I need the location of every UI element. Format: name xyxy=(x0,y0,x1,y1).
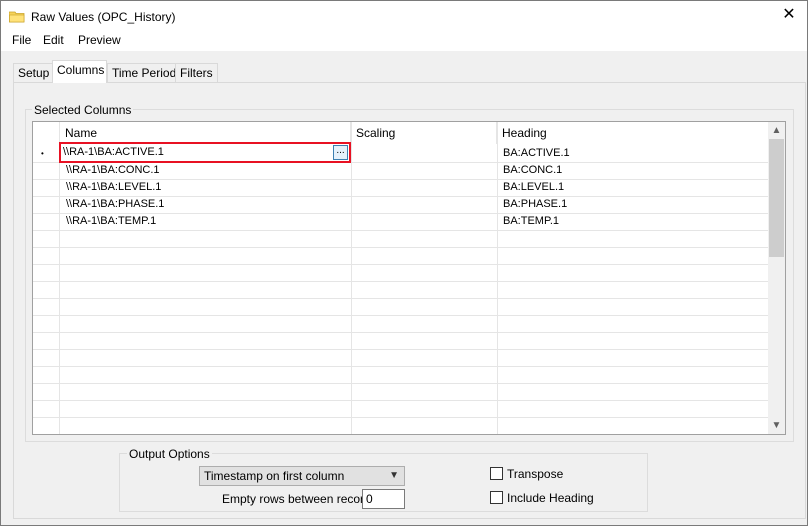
cell-heading[interactable]: BA:CONC.1 xyxy=(499,162,562,179)
menu-preview[interactable]: Preview xyxy=(78,33,121,47)
chevron-down-icon[interactable]: ▼ xyxy=(768,417,785,434)
selected-columns-label: Selected Columns xyxy=(32,103,134,117)
include-heading-label[interactable]: Include Heading xyxy=(507,491,594,505)
cell-heading[interactable]: BA:LEVEL.1 xyxy=(499,179,564,196)
timestamp-select[interactable]: Timestamp on first column ▼ xyxy=(199,466,405,486)
grid-row-line xyxy=(33,349,768,350)
window-title: Raw Values (OPC_History) xyxy=(31,10,176,24)
empty-rows-label: Empty rows between records xyxy=(222,492,377,506)
cell-scaling[interactable] xyxy=(351,179,355,196)
timestamp-select-value: Timestamp on first column xyxy=(204,469,345,483)
header-heading[interactable]: Heading xyxy=(497,122,768,144)
title-bar: Raw Values (OPC_History) ✕ xyxy=(1,1,807,31)
grid-scrollbar[interactable]: ▲ ▼ xyxy=(768,122,785,434)
grid-divider xyxy=(497,122,498,434)
name-edit-text[interactable]: \\RA-1\BA:ACTIVE.1 xyxy=(63,145,164,160)
transpose-checkbox[interactable] xyxy=(490,467,503,480)
grid-row-line xyxy=(33,315,768,316)
grid-row-line xyxy=(33,264,768,265)
grid-row-line xyxy=(33,332,768,333)
tab-time-period[interactable]: Time Period xyxy=(107,63,182,82)
grid-row-line xyxy=(33,417,768,418)
include-heading-checkbox[interactable] xyxy=(490,491,503,504)
browse-button[interactable]: ... xyxy=(333,145,348,160)
cell-scaling[interactable] xyxy=(351,196,355,213)
menu-bar: File Edit Preview xyxy=(1,31,807,51)
raw-values-window: Raw Values (OPC_History) ✕ File Edit Pre… xyxy=(0,0,808,526)
menu-edit[interactable]: Edit xyxy=(43,33,64,47)
grid-row-line xyxy=(33,400,768,401)
grid-row-line xyxy=(33,298,768,299)
scrollbar-thumb[interactable] xyxy=(769,139,784,257)
cell-name[interactable]: \\RA-1\BA:LEVEL.1 xyxy=(62,179,161,196)
grid-row-line xyxy=(33,281,768,282)
tab-setup[interactable]: Setup xyxy=(13,63,55,82)
chevron-up-icon[interactable]: ▲ xyxy=(768,122,785,139)
grid-row-line xyxy=(33,247,768,248)
cell-heading[interactable]: BA:PHASE.1 xyxy=(499,196,567,213)
header-name[interactable]: Name xyxy=(60,122,351,144)
grid-row-line xyxy=(33,230,768,231)
cell-scaling[interactable] xyxy=(351,145,355,162)
grid-header: Name Scaling Heading xyxy=(33,122,768,144)
cell-scaling[interactable] xyxy=(351,213,355,230)
cell-name[interactable]: \\RA-1\BA:CONC.1 xyxy=(62,162,160,179)
empty-rows-input[interactable]: 0 xyxy=(362,489,405,509)
menu-file[interactable]: File xyxy=(12,33,31,47)
tab-columns[interactable]: Columns xyxy=(52,60,107,83)
cell-name[interactable]: \\RA-1\BA:PHASE.1 xyxy=(62,196,164,213)
cell-scaling[interactable] xyxy=(351,162,355,179)
chevron-down-icon[interactable]: ▼ xyxy=(389,470,399,481)
close-icon[interactable]: ✕ xyxy=(781,7,797,23)
output-options-label: Output Options xyxy=(127,447,212,461)
grid-row-line xyxy=(33,366,768,367)
tab-filters[interactable]: Filters xyxy=(175,63,218,82)
transpose-label[interactable]: Transpose xyxy=(507,467,563,481)
grid-row-line xyxy=(33,383,768,384)
cell-name[interactable]: \\RA-1\BA:TEMP.1 xyxy=(62,213,156,230)
columns-grid[interactable]: Name Scaling Heading • \\RA-1\BA:ACTIVE.… xyxy=(32,121,786,435)
header-scaling[interactable]: Scaling xyxy=(351,122,497,144)
name-edit-cell[interactable]: \\RA-1\BA:ACTIVE.1 ... xyxy=(59,142,351,163)
cell-heading[interactable]: BA:ACTIVE.1 xyxy=(499,145,570,162)
cell-heading[interactable]: BA:TEMP.1 xyxy=(499,213,559,230)
row-selector-column xyxy=(33,122,60,434)
current-row-indicator: • xyxy=(41,149,44,158)
folder-icon xyxy=(9,11,25,23)
